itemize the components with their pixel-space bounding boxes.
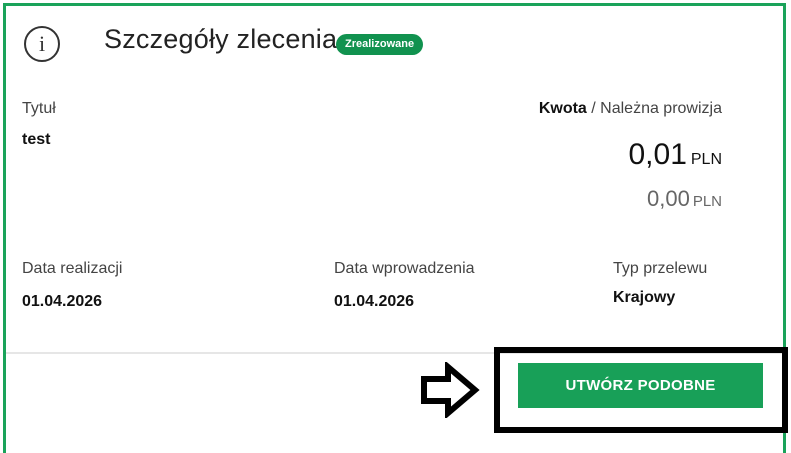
info-icon: i: [24, 26, 60, 62]
execution-date-label: Data realizacji: [22, 260, 123, 277]
amount-value-row: 0,01 PLN: [628, 138, 722, 172]
amount-header: Kwota / Należna prowizja: [539, 100, 722, 118]
page-title: Szczegóły zlecenia: [104, 24, 338, 54]
entry-date-label: Data wprowadzenia: [334, 260, 475, 277]
title-value: test: [22, 131, 51, 148]
commission-value: 0,00: [646, 186, 690, 211]
amount-separator: /: [586, 100, 601, 117]
commission-value-row: 0,00 PLN: [647, 186, 722, 212]
transfer-type-label: Typ przelewu: [613, 260, 708, 277]
amount-label: Kwota: [538, 100, 587, 117]
amount-value: 0,01: [628, 138, 687, 171]
amount-currency: PLN: [690, 151, 722, 168]
arrow-right-icon: [421, 362, 480, 418]
commission-label: Należna prowizja: [600, 100, 722, 117]
title-label: Tytuł: [22, 100, 56, 117]
create-similar-button[interactable]: UTWÓRZ PODOBNE: [518, 363, 763, 408]
status-badge: Zrealizowane: [336, 34, 424, 55]
execution-date-value: 01.04.2026: [22, 293, 103, 310]
transfer-type-value: Krajowy: [613, 289, 676, 306]
entry-date-value: 01.04.2026: [334, 293, 415, 310]
commission-currency: PLN: [692, 193, 722, 210]
